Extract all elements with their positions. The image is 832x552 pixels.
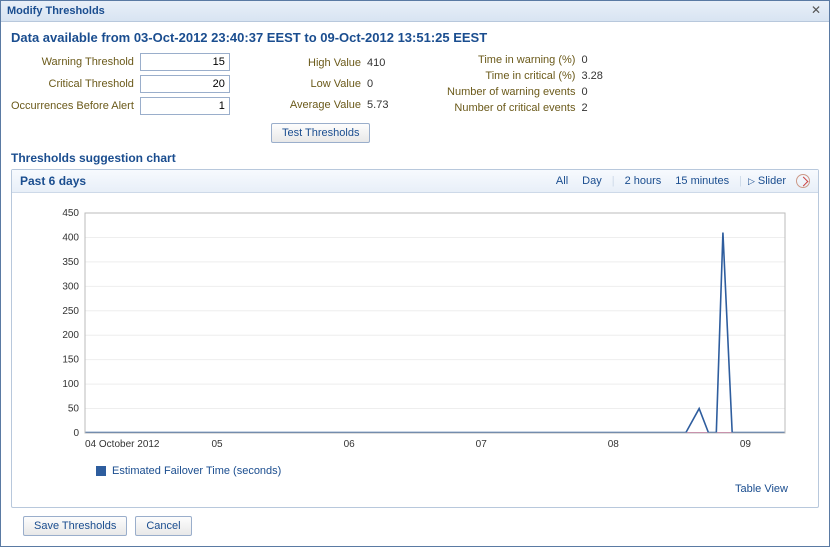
range-day[interactable]: Day [578, 175, 606, 187]
chart-toolbar: Past 6 days All Day | 2 hours 15 minutes… [12, 170, 818, 193]
legend-swatch-icon [96, 466, 106, 476]
svg-text:05: 05 [212, 439, 224, 450]
svg-text:100: 100 [62, 379, 79, 390]
svg-text:08: 08 [608, 439, 620, 450]
legend-label: Estimated Failover Time (seconds) [112, 465, 281, 477]
occurrences-label: Occurrences Before Alert [11, 100, 134, 112]
range-2hours[interactable]: 2 hours [621, 175, 666, 187]
warning-threshold-input[interactable] [140, 53, 230, 71]
titlebar: Modify Thresholds ✕ [1, 1, 829, 22]
table-view-link[interactable]: Table View [735, 483, 788, 495]
window-title: Modify Thresholds [7, 5, 105, 17]
chart-panel: Past 6 days All Day | 2 hours 15 minutes… [11, 169, 819, 508]
svg-text:150: 150 [62, 355, 79, 366]
line-chart: 05010015020025030035040045004 October 20… [24, 203, 806, 463]
avg-value: 5.73 [367, 99, 397, 111]
num-critical-value: 2 [581, 102, 611, 114]
occurrences-input[interactable] [140, 97, 230, 115]
event-stats: Time in warning (%) 0 Time in critical (… [447, 53, 611, 115]
svg-text:400: 400 [62, 232, 79, 243]
slider-button[interactable]: ▷ Slider [748, 175, 786, 187]
svg-text:06: 06 [344, 439, 356, 450]
time-warning-label: Time in warning (%) [447, 54, 575, 66]
high-value: 410 [367, 57, 397, 69]
num-warning-label: Number of warning events [447, 86, 575, 98]
save-thresholds-button[interactable]: Save Thresholds [23, 516, 127, 536]
svg-text:50: 50 [68, 404, 80, 415]
cancel-button[interactable]: Cancel [135, 516, 191, 536]
play-icon: ▷ [748, 176, 755, 187]
svg-text:350: 350 [62, 257, 79, 268]
svg-text:250: 250 [62, 306, 79, 317]
num-critical-label: Number of critical events [447, 102, 575, 114]
range-15min[interactable]: 15 minutes [671, 175, 733, 187]
chart-range-label: Past 6 days [20, 174, 546, 188]
critical-threshold-label: Critical Threshold [11, 78, 134, 90]
time-critical-label: Time in critical (%) [447, 70, 575, 82]
high-value-label: High Value [290, 57, 361, 69]
svg-text:07: 07 [476, 439, 488, 450]
value-stats: High Value 410 Low Value 0 Average Value… [290, 53, 397, 115]
svg-text:300: 300 [62, 281, 79, 292]
critical-threshold-input[interactable] [140, 75, 230, 93]
svg-text:450: 450 [62, 208, 79, 219]
close-icon[interactable]: ✕ [809, 4, 823, 18]
time-warning-value: 0 [581, 54, 611, 66]
num-warning-value: 0 [581, 86, 611, 98]
warning-threshold-label: Warning Threshold [11, 56, 134, 68]
data-range-text: Data available from 03-Oct-2012 23:40:37… [11, 30, 819, 45]
refresh-icon[interactable] [796, 174, 810, 188]
chart-legend: Estimated Failover Time (seconds) [96, 465, 806, 477]
section-title: Thresholds suggestion chart [11, 151, 819, 165]
threshold-inputs: Warning Threshold Critical Threshold Occ… [11, 53, 230, 115]
svg-text:09: 09 [740, 439, 752, 450]
svg-text:200: 200 [62, 330, 79, 341]
svg-text:04 October 2012: 04 October 2012 [85, 439, 160, 450]
low-value-label: Low Value [290, 78, 361, 90]
time-critical-value: 3.28 [581, 70, 611, 82]
low-value: 0 [367, 78, 397, 90]
range-all[interactable]: All [552, 175, 572, 187]
avg-value-label: Average Value [290, 99, 361, 111]
test-thresholds-button[interactable]: Test Thresholds [271, 123, 370, 143]
svg-text:0: 0 [73, 428, 79, 439]
